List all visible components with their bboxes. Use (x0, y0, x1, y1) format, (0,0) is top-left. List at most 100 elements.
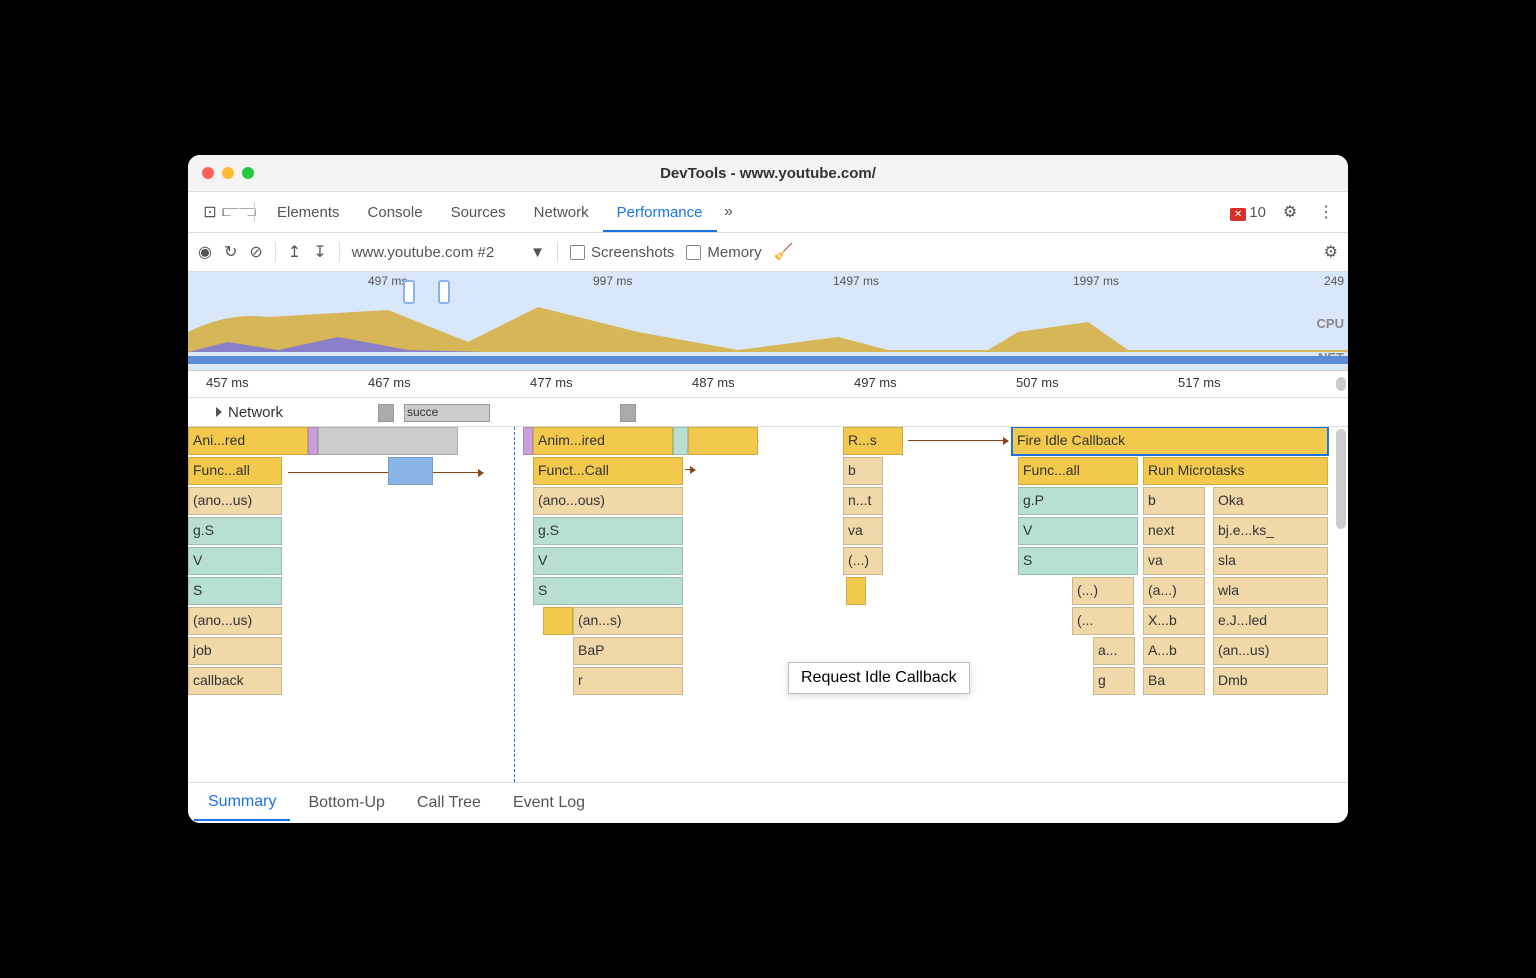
screenshots-check[interactable]: Screenshots (570, 244, 674, 261)
network-row[interactable]: Network succe (188, 398, 1348, 427)
flame-bar[interactable] (318, 427, 458, 455)
tab-network[interactable]: Network (520, 204, 603, 221)
btab-event-log[interactable]: Event Log (499, 786, 599, 820)
flame-bar[interactable]: e.J...led (1213, 607, 1328, 635)
flame-bar[interactable] (673, 427, 688, 455)
flame-bar[interactable]: BaP (573, 637, 683, 665)
recording-select[interactable]: www.youtube.com #2▼ (352, 244, 545, 261)
flame-bar[interactable]: (ano...us) (188, 487, 282, 515)
btab-bottom-up[interactable]: Bottom-Up (294, 786, 398, 820)
trash-icon[interactable]: 🧹 (774, 242, 794, 262)
flame-bar[interactable]: wla (1213, 577, 1328, 605)
flame-bar[interactable]: Anim...ired (533, 427, 673, 455)
flame-bar[interactable] (543, 607, 573, 635)
flame-bar[interactable]: va (1143, 547, 1205, 575)
upload-icon[interactable]: ↥ (288, 242, 301, 262)
overflow-icon[interactable]: » (717, 203, 741, 221)
flame-bar[interactable]: va (843, 517, 883, 545)
flame-bar[interactable]: next (1143, 517, 1205, 545)
flame-bar[interactable]: bj.e...ks_ (1213, 517, 1328, 545)
flame-bar[interactable]: (...) (843, 547, 883, 575)
download-icon[interactable]: ↧ (313, 242, 326, 262)
network-item[interactable] (378, 404, 394, 422)
ruler-tick: 487 ms (692, 375, 735, 390)
flame-bar[interactable]: g.S (533, 517, 683, 545)
flame-bar[interactable]: S (1018, 547, 1138, 575)
main-tabs: ⊡ ⫍⫎ ElementsConsoleSourcesNetworkPerfor… (188, 192, 1348, 233)
network-item[interactable] (620, 404, 636, 422)
flame-bar[interactable]: Ba (1143, 667, 1205, 695)
range-handle-start[interactable] (403, 280, 415, 304)
flame-bar[interactable]: n...t (843, 487, 883, 515)
reload-icon[interactable]: ↻ (224, 242, 237, 262)
flame-bar[interactable]: a... (1093, 637, 1135, 665)
flame-bar[interactable]: (ano...us) (188, 607, 282, 635)
window-title: DevTools - www.youtube.com/ (188, 165, 1348, 182)
gear-icon[interactable]: ⚙ (1324, 242, 1338, 262)
gear-icon[interactable]: ⚙ (1278, 202, 1302, 222)
memory-check[interactable]: Memory (686, 244, 761, 261)
scrollbar[interactable] (1336, 429, 1346, 529)
flame-bar[interactable]: b (1143, 487, 1205, 515)
flame-bar[interactable]: (a...) (1143, 577, 1205, 605)
flame-bar[interactable]: (... (1072, 607, 1134, 635)
flame-bar[interactable]: (ano...ous) (533, 487, 683, 515)
flame-bar[interactable]: Dmb (1213, 667, 1328, 695)
flame-bar[interactable]: Fire Idle Callback (1012, 427, 1328, 455)
flame-bar[interactable]: V (1018, 517, 1138, 545)
link-arrow (288, 472, 483, 474)
inspect-icon[interactable]: ⊡ (198, 202, 222, 222)
flame-bar[interactable]: g.S (188, 517, 282, 545)
flame-bar[interactable]: Funct...Call (533, 457, 683, 485)
flame-bar[interactable]: g (1093, 667, 1135, 695)
flame-bar[interactable] (688, 427, 758, 455)
flame-bar[interactable]: S (533, 577, 683, 605)
error-badge[interactable]: ✕10 (1230, 204, 1266, 221)
flame-bar[interactable]: sla (1213, 547, 1328, 575)
flame-bar[interactable]: (an...s) (573, 607, 683, 635)
flame-bar[interactable]: r (573, 667, 683, 695)
clear-icon[interactable]: ⊘ (249, 242, 262, 262)
btab-call-tree[interactable]: Call Tree (403, 786, 495, 820)
flame-bar[interactable]: job (188, 637, 282, 665)
flame-bar[interactable]: Oka (1213, 487, 1328, 515)
flame-bar[interactable] (523, 427, 533, 455)
overview-minimap[interactable]: 497 ms 997 ms 1497 ms 1997 ms 249 CPU NE… (188, 272, 1348, 371)
flame-bar[interactable]: callback (188, 667, 282, 695)
record-icon[interactable]: ◉ (198, 242, 212, 262)
flame-bar[interactable]: g.P (1018, 487, 1138, 515)
overview-time: 1997 ms (1073, 274, 1119, 288)
flame-bar[interactable]: (...) (1072, 577, 1134, 605)
flame-bar[interactable] (388, 457, 433, 485)
tab-elements[interactable]: Elements (263, 204, 354, 221)
tab-console[interactable]: Console (354, 204, 437, 221)
flame-bar[interactable]: (an...us) (1213, 637, 1328, 665)
btab-summary[interactable]: Summary (194, 785, 290, 821)
flame-bar[interactable]: Run Microtasks (1143, 457, 1328, 485)
expand-icon[interactable] (216, 407, 222, 417)
scrollbar[interactable] (1336, 377, 1346, 391)
ruler-tick: 497 ms (854, 375, 897, 390)
flame-bar[interactable]: S (188, 577, 282, 605)
kebab-icon[interactable]: ⋮ (1314, 202, 1338, 222)
device-icon[interactable]: ⫍⫎ (222, 203, 246, 221)
flame-bar[interactable]: b (843, 457, 883, 485)
tab-sources[interactable]: Sources (437, 204, 520, 221)
flame-bar[interactable]: X...b (1143, 607, 1205, 635)
network-item[interactable]: succe (404, 404, 490, 422)
flame-bar[interactable]: V (533, 547, 683, 575)
flame-bar[interactable]: A...b (1143, 637, 1205, 665)
flame-bar[interactable] (846, 577, 866, 605)
time-ruler[interactable]: 457 ms 467 ms 477 ms 487 ms 497 ms 507 m… (188, 371, 1348, 398)
flame-bar[interactable] (308, 427, 318, 455)
flame-bar[interactable]: Func...all (1018, 457, 1138, 485)
tab-performance[interactable]: Performance (603, 204, 717, 232)
flame-bar[interactable]: Ani...red (188, 427, 308, 455)
flame-bar[interactable]: Func...all (188, 457, 282, 485)
titlebar: DevTools - www.youtube.com/ (188, 155, 1348, 192)
link-arrow (685, 469, 695, 471)
flame-chart[interactable]: Request Idle Callback Ani...redAnim...ir… (188, 427, 1348, 782)
range-handle-end[interactable] (438, 280, 450, 304)
flame-bar[interactable]: R...s (843, 427, 903, 455)
flame-bar[interactable]: V (188, 547, 282, 575)
